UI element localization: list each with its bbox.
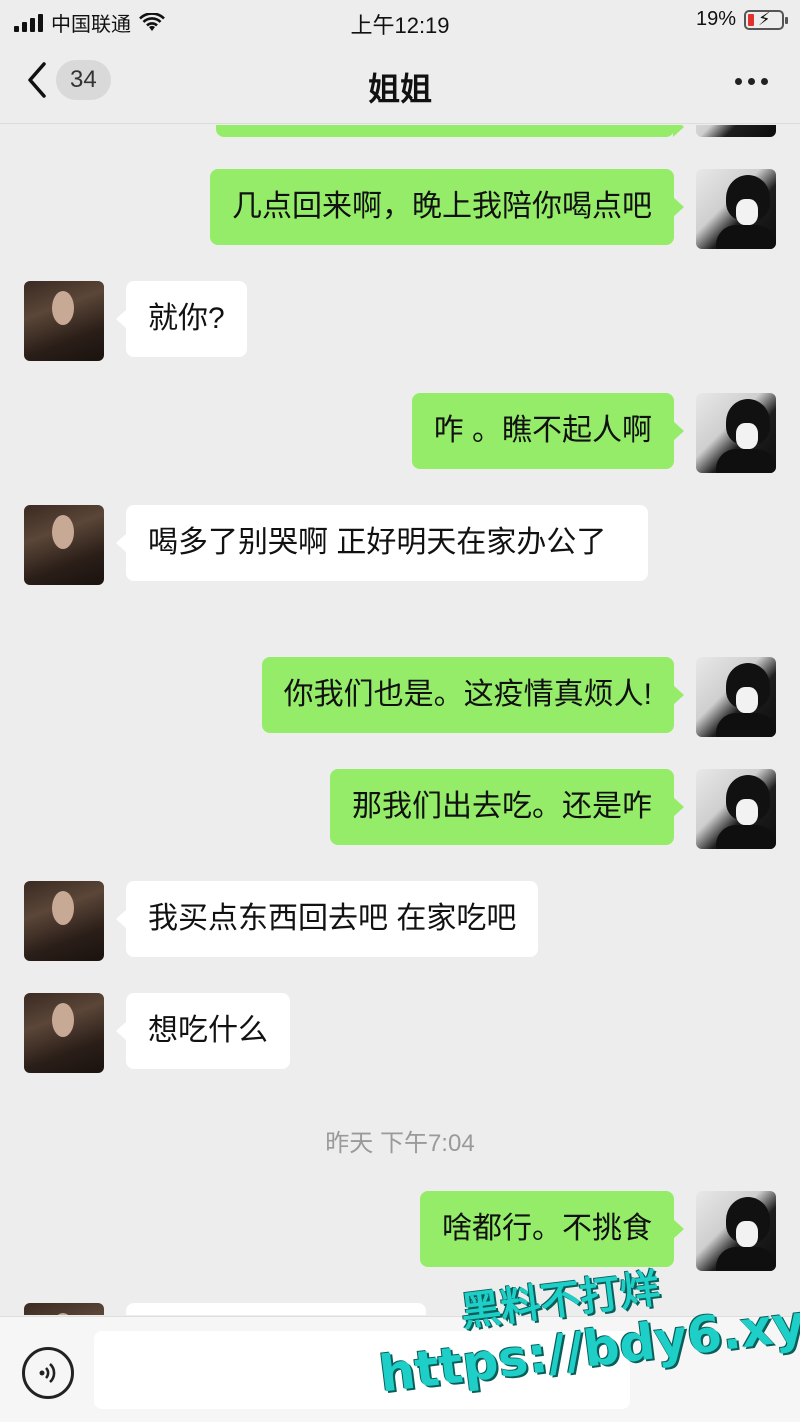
contact-avatar[interactable] [24, 881, 104, 961]
more-dot-icon [748, 78, 755, 85]
message-bubble-partial[interactable] [126, 1303, 426, 1315]
chat-title: 姐姐 [367, 71, 432, 107]
status-right: 19% ⚡ [695, 8, 788, 31]
my-avatar[interactable] [696, 769, 776, 849]
chat-header: 34 姐姐 [0, 44, 800, 124]
my-avatar[interactable] [696, 1191, 776, 1271]
my-avatar[interactable] [696, 393, 776, 473]
more-dot-icon [761, 78, 768, 85]
message-bubble-received[interactable]: 我买点东西回去吧 在家吃吧 [115, 881, 539, 957]
message-bubble-sent[interactable]: 啥都行。不挑食 [420, 1191, 684, 1267]
battery-percent: 19% [695, 8, 736, 30]
more-options-button[interactable] [735, 78, 768, 85]
message-bubble-sent[interactable]: 你我们也是。这疫情真烦人! [261, 657, 685, 733]
contact-avatar[interactable] [24, 505, 104, 585]
battery-icon: ⚡ [744, 8, 788, 30]
my-avatar[interactable] [696, 169, 776, 249]
clock: 上午12:19 [350, 13, 450, 38]
my-avatar[interactable] [696, 657, 776, 737]
battery-fill [748, 13, 754, 26]
message-bubble-sent[interactable]: 那我们出去吃。还是咋 [330, 769, 684, 845]
my-avatar[interactable] [696, 125, 776, 137]
message-list[interactable]: 几点回来啊，晚上我陪你喝点吧 就你? 咋 。瞧不起人啊 喝多了别哭啊 正好明天在… [0, 125, 800, 1315]
message-bubble-received[interactable]: 想吃什么 [116, 993, 290, 1069]
message-bubble-partial[interactable] [216, 125, 684, 137]
contact-avatar[interactable] [24, 1303, 104, 1315]
message-timestamp: 昨天 下午7:04 [325, 1130, 475, 1157]
message-bubble-sent[interactable]: 咋 。瞧不起人啊 [411, 393, 685, 469]
voice-icon [39, 1363, 56, 1383]
message-bubble-sent[interactable]: 几点回来啊，晚上我陪你喝点吧 [210, 169, 684, 245]
message-bubble-received[interactable]: 喝多了别哭啊 正好明天在家办公了 [116, 505, 648, 581]
more-dot-icon [735, 78, 742, 85]
voice-input-button[interactable] [22, 1347, 74, 1399]
contact-avatar[interactable] [24, 281, 104, 361]
message-bubble-received[interactable]: 就你? [116, 281, 247, 357]
charging-bolt-icon: ⚡ [758, 8, 771, 29]
status-bar: 中国联通 上午12:19 19% ⚡ [0, 0, 800, 44]
contact-avatar[interactable] [24, 993, 104, 1073]
